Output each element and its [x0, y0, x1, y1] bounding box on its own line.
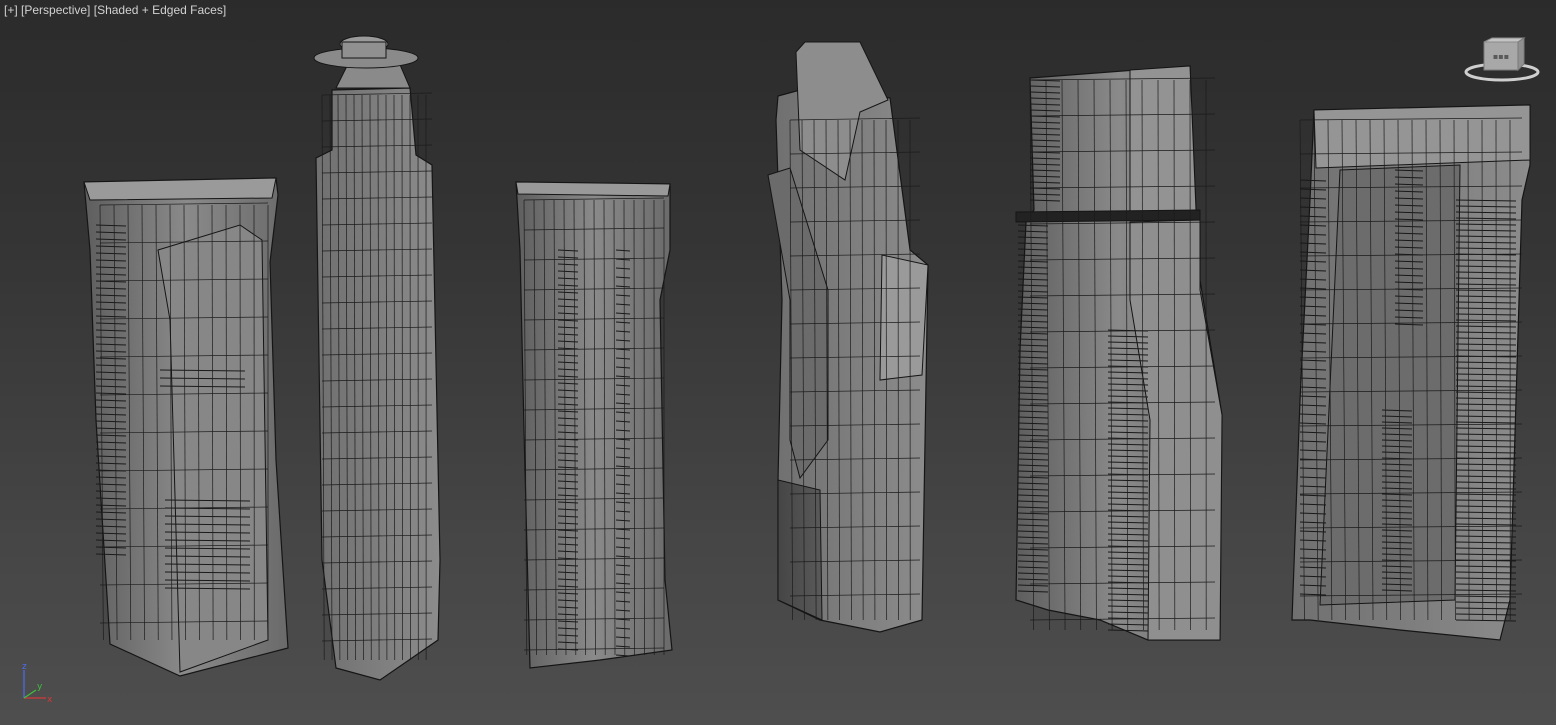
building-mesh-5[interactable]: [1015, 65, 1223, 641]
building-mesh-2[interactable]: [313, 35, 441, 681]
building-mesh-1[interactable]: [83, 177, 289, 677]
svg-text:▪▪▪: ▪▪▪: [1493, 52, 1509, 61]
axis-y-label: y: [37, 682, 43, 692]
building-mesh-3[interactable]: [515, 181, 673, 669]
building-mesh-4[interactable]: [767, 41, 929, 633]
axis-z-label: z: [22, 662, 27, 672]
scene-canvas[interactable]: [0, 0, 1556, 725]
viewcube-icon[interactable]: ▪▪▪: [1462, 36, 1542, 84]
perspective-viewport[interactable]: [+] [Perspective] [Shaded + Edged Faces]: [0, 0, 1556, 725]
axis-x-label: x: [47, 695, 53, 705]
axis-tripod-icon: z x y: [22, 662, 53, 705]
building-mesh-6[interactable]: [1291, 104, 1531, 641]
